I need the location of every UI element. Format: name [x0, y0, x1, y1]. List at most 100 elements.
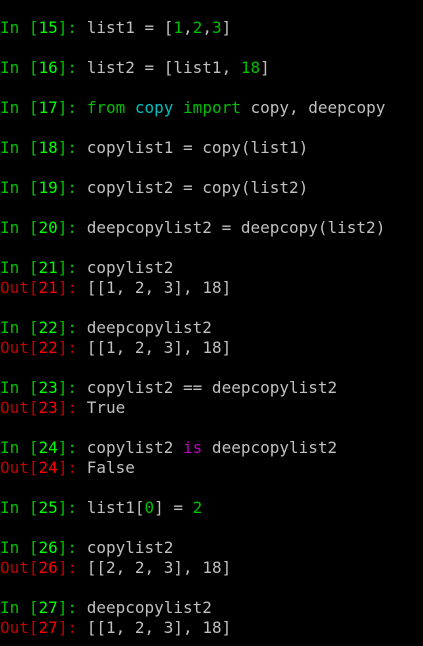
code-token: ] — [221, 18, 232, 37]
input-prompt-label: In — [0, 318, 20, 337]
code-token: import — [183, 98, 241, 117]
code-token: copy, deepcopy — [240, 98, 386, 117]
input-line[interactable]: In [18]: copylist1 = copy(list1) — [0, 138, 308, 158]
console-cell: In [24]: copylist2 is deepcopylist2 Out[2… — [0, 438, 337, 478]
output-prompt-number: 24 — [38, 458, 58, 477]
output-line: Out[27]: [[1, 2, 3], 18] — [0, 618, 231, 638]
input-prompt-label: In — [0, 218, 20, 237]
output-prompt-number: 27 — [38, 618, 58, 637]
code-token: 1 — [173, 18, 184, 37]
input-prompt-label: In — [0, 598, 20, 617]
code-token: , — [183, 18, 193, 37]
code-token: 2 — [192, 498, 203, 517]
input-prompt-number: 17 — [38, 98, 58, 117]
code-token: deepcopylist2 = deepcopy(list2) — [86, 218, 386, 237]
input-line[interactable]: In [19]: copylist2 = copy(list2) — [0, 178, 308, 198]
output-prompt-label: Out — [0, 398, 29, 417]
output-prompt-label: Out — [0, 338, 29, 357]
output-value: [[1, 2, 3], 18] — [86, 618, 232, 637]
console-cell: In [22]: deepcopylist2 Out[22]: [[1, 2, 3… — [0, 318, 231, 358]
output-prompt: Out[26]: — [0, 558, 87, 577]
input-line[interactable]: In [25]: list1[0] = 2 — [0, 498, 202, 518]
input-prompt: In [24]: — [0, 438, 87, 457]
console-cell: In [15]: list1 = [1,2,3] — [0, 18, 231, 38]
output-prompt-number: 26 — [38, 558, 58, 577]
input-prompt: In [26]: — [0, 538, 87, 557]
output-value: [[1, 2, 3], 18] — [86, 338, 232, 357]
output-value: [[2, 2, 3], 18] — [86, 558, 232, 577]
output-line: Out[26]: [[2, 2, 3], 18] — [0, 558, 231, 578]
input-prompt: In [16]: — [0, 58, 87, 77]
console-cell: In [20]: deepcopylist2 = deepcopy(list2) — [0, 218, 385, 238]
input-line[interactable]: In [26]: copylist2 — [0, 538, 231, 558]
output-value: False — [86, 458, 135, 477]
input-prompt: In [21]: — [0, 258, 87, 277]
input-line[interactable]: In [20]: deepcopylist2 = deepcopy(list2) — [0, 218, 385, 238]
code-token: deepcopylist2 — [202, 438, 338, 457]
output-prompt-label: Out — [0, 558, 29, 577]
output-prompt: Out[23]: — [0, 398, 87, 417]
input-prompt-label: In — [0, 538, 20, 557]
input-line[interactable]: In [23]: copylist2 == deepcopylist2 — [0, 378, 337, 398]
code-token: 3 — [211, 18, 222, 37]
output-prompt-label: Out — [0, 278, 29, 297]
input-prompt-number: 15 — [38, 18, 58, 37]
input-prompt-number: 26 — [38, 538, 58, 557]
code-token: ] — [260, 58, 270, 77]
input-prompt: In [18]: — [0, 138, 87, 157]
input-prompt: In [19]: — [0, 178, 87, 197]
input-prompt-label: In — [0, 18, 20, 37]
output-prompt-number: 21 — [38, 278, 58, 297]
code-token: copylist2 = copy(list2) — [86, 178, 309, 197]
input-line[interactable]: In [24]: copylist2 is deepcopylist2 — [0, 438, 337, 458]
code-token: 18 — [240, 58, 261, 77]
output-prompt-number: 23 — [38, 398, 58, 417]
input-prompt: In [23]: — [0, 378, 87, 397]
input-prompt: In [20]: — [0, 218, 87, 237]
console-cell: In [23]: copylist2 == deepcopylist2 Out[2… — [0, 378, 337, 418]
console-cell: In [18]: copylist1 = copy(list1) — [0, 138, 308, 158]
console-cell: In [26]: copylist2 Out[26]: [[2, 2, 3], 1… — [0, 538, 231, 578]
code-token: is — [183, 438, 203, 457]
input-prompt: In [17]: — [0, 98, 87, 117]
input-prompt: In [27]: — [0, 598, 87, 617]
console-cell: In [19]: copylist2 = copy(list2) — [0, 178, 308, 198]
input-line[interactable]: In [17]: from copy import copy, deepcopy — [0, 98, 385, 118]
input-line[interactable]: In [27]: deepcopylist2 — [0, 598, 231, 618]
input-prompt-number: 18 — [38, 138, 58, 157]
input-line[interactable]: In [22]: deepcopylist2 — [0, 318, 231, 338]
code-token: 0 — [144, 498, 155, 517]
output-prompt-label: Out — [0, 618, 29, 637]
code-token: 2 — [192, 18, 203, 37]
input-prompt-number: 25 — [38, 498, 58, 517]
input-prompt-label: In — [0, 378, 20, 397]
output-prompt: Out[21]: — [0, 278, 87, 297]
output-value: [[1, 2, 3], 18] — [86, 278, 232, 297]
input-prompt-label: In — [0, 98, 20, 117]
code-token: ] = — [154, 498, 193, 517]
output-line: Out[21]: [[1, 2, 3], 18] — [0, 278, 231, 298]
input-prompt-label: In — [0, 138, 20, 157]
code-token: deepcopylist2 — [86, 598, 212, 617]
output-prompt-number: 22 — [38, 338, 58, 357]
input-prompt: In [22]: — [0, 318, 87, 337]
input-line[interactable]: In [21]: copylist2 — [0, 258, 231, 278]
ipython-console[interactable]: In [15]: list1 = [1,2,3] In [16]: list2 =… — [0, 0, 423, 646]
console-cell: In [25]: list1[0] = 2 — [0, 498, 202, 518]
code-token: copylist1 = copy(list1) — [86, 138, 309, 157]
output-prompt: Out[27]: — [0, 618, 87, 637]
input-prompt: In [15]: — [0, 18, 87, 37]
console-cell: In [17]: from copy import copy, deepcopy — [0, 98, 385, 118]
input-prompt-label: In — [0, 258, 20, 277]
console-cell: In [27]: deepcopylist2 Out[27]: [[1, 2, 3… — [0, 598, 231, 638]
input-prompt-number: 22 — [38, 318, 58, 337]
output-line: Out[22]: [[1, 2, 3], 18] — [0, 338, 231, 358]
code-token: copylist2 — [86, 258, 174, 277]
input-line[interactable]: In [16]: list2 = [list1, 18] — [0, 58, 270, 78]
input-line[interactable]: In [15]: list1 = [1,2,3] — [0, 18, 231, 38]
console-cell: In [16]: list2 = [list1, 18] — [0, 58, 270, 78]
output-value: True — [86, 398, 126, 417]
input-prompt-number: 23 — [38, 378, 58, 397]
input-prompt-number: 19 — [38, 178, 58, 197]
